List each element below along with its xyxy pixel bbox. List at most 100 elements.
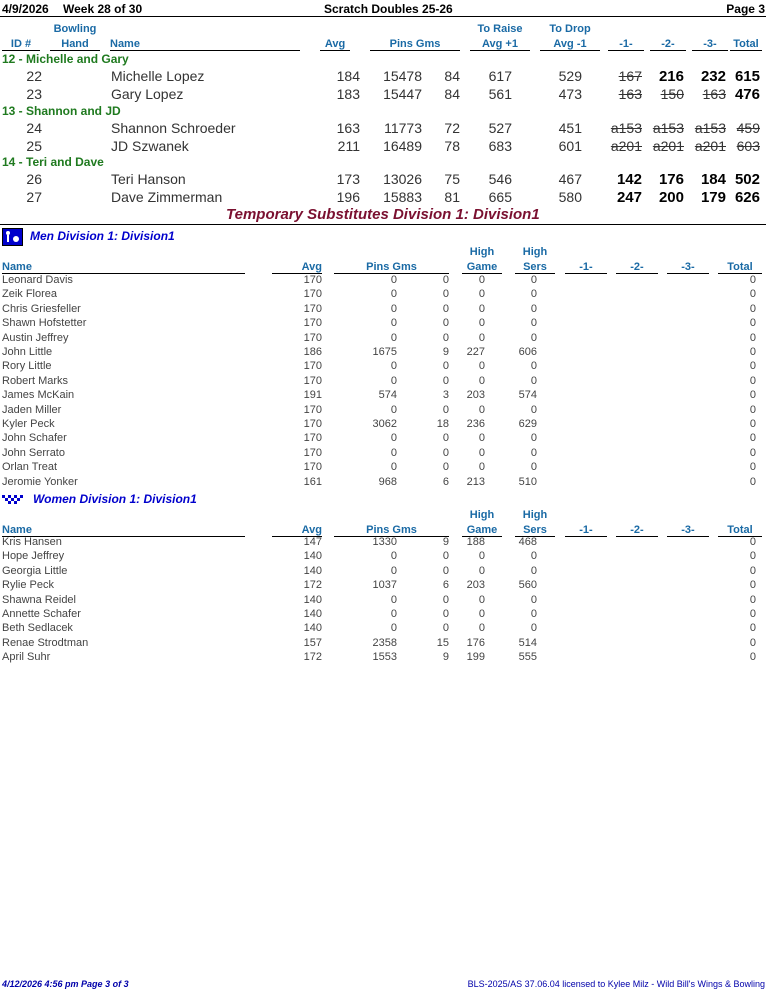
substitute-pins: 0: [390, 593, 397, 606]
substitute-pins: 0: [390, 608, 397, 620]
bowler-game2: 200: [658, 189, 684, 206]
col-game3: -3-: [692, 38, 728, 51]
substitute-games: 6: [442, 579, 449, 592]
bowler-game1: a201: [610, 138, 642, 154]
substitute-high-game: 0: [478, 317, 485, 330]
substitute-avg: 170: [303, 418, 322, 430]
team-label: 12 - Michelle and Gary: [2, 52, 129, 66]
substitute-row: John Little 186 1675 9 227 606 0: [0, 346, 768, 360]
bowler-game1: a153: [610, 120, 642, 136]
bowler-game2: a153: [652, 120, 684, 136]
substitute-high-game: 0: [478, 331, 485, 344]
substitute-name: Hope Jeffrey: [2, 550, 65, 563]
col-total: Total: [730, 38, 762, 51]
col-to-drop: To Drop: [549, 23, 591, 35]
substitute-pins: 0: [390, 432, 397, 445]
bowler-row: 26 Teri Hanson 173 13026 75 546 467 142 176 184 50…: [0, 171, 768, 189]
bowler-pins: 11773: [384, 120, 422, 136]
sub-col-game: Game: [462, 261, 502, 274]
substitute-name: Zeik Florea: [2, 288, 58, 301]
bowler-avg: 184: [336, 68, 360, 84]
bowler-game3: 184: [700, 171, 726, 188]
substitute-high-series: 606: [518, 346, 537, 358]
substitute-games: 0: [442, 461, 449, 474]
substitute-row: Annette Schafer 140 0 0 0 0 0: [0, 608, 768, 622]
substitute-pins: 0: [390, 550, 397, 563]
bowler-to-drop: 451: [558, 120, 582, 136]
substitute-high-game: 0: [478, 432, 485, 445]
substitutes-title: Temporary Substitutes Division 1: Divisi…: [226, 206, 540, 223]
sub-col-game1: -1-: [565, 261, 607, 274]
substitute-pins: 0: [390, 274, 397, 286]
substitute-row: Kyler Peck 170 3062 18 236 629 0: [0, 418, 768, 432]
bowler-games: 84: [444, 86, 460, 102]
bowler-avg: 183: [336, 86, 360, 102]
substitute-games: 0: [442, 608, 449, 620]
substitute-name: Shawna Reidel: [2, 593, 76, 606]
substitute-games: 0: [442, 622, 449, 635]
substitute-games: 0: [442, 593, 449, 606]
bowler-to-raise: 561: [488, 86, 512, 102]
substitute-games: 0: [442, 360, 449, 373]
bowler-game1: 167: [618, 68, 642, 84]
substitute-high-game: 0: [478, 461, 485, 474]
sub-col-pins-gms: Pins Gms: [334, 261, 449, 274]
substitute-pins: 0: [390, 331, 397, 344]
footer-timestamp: 4/12/2026 4:56 pm Page 3 of 3: [2, 979, 129, 989]
bowler-total: 476: [734, 86, 760, 103]
substitute-name: Orlan Treat: [2, 461, 58, 474]
substitute-games: 0: [442, 331, 449, 344]
sub-col-sers: Sers: [515, 261, 555, 274]
substitute-total: 0: [749, 374, 756, 387]
substitute-high-series: 514: [518, 636, 537, 649]
substitute-pins: 574: [378, 389, 397, 402]
substitute-avg: 170: [303, 403, 322, 416]
substitute-total: 0: [749, 564, 756, 577]
substitute-high-series: 0: [530, 432, 537, 445]
substitute-high-game: 227: [466, 346, 485, 358]
bowler-games: 72: [444, 120, 460, 136]
sub-col-name: Name: [2, 261, 245, 274]
bowler-pins: 16489: [383, 138, 422, 154]
substitute-high-series: 0: [530, 593, 537, 606]
substitute-high-game: 188: [466, 536, 485, 548]
bowler-to-drop: 601: [558, 138, 582, 154]
substitute-avg: 140: [303, 608, 322, 620]
substitute-pins: 0: [390, 446, 397, 459]
bowler-to-raise: 665: [488, 189, 512, 205]
substitute-games: 3: [442, 389, 449, 402]
substitute-avg: 170: [303, 446, 322, 459]
week-label: Week 28 of 30: [63, 2, 143, 16]
substitute-row: Austin Jeffrey 170 0 0 0 0 0: [0, 332, 768, 346]
substitute-name: Kris Hansen: [2, 536, 62, 548]
bowler-game1: 163: [618, 86, 642, 102]
col-id: ID #: [2, 38, 40, 51]
substitute-pins: 0: [390, 288, 397, 301]
substitute-pins: 0: [390, 302, 397, 315]
header-rule: [0, 16, 766, 17]
bowler-game3: a201: [694, 138, 726, 154]
substitute-high-game: 0: [478, 360, 485, 373]
substitute-high-game: 213: [466, 475, 485, 488]
bowler-name: Michelle Lopez: [111, 68, 205, 84]
bowler-id: 25: [26, 138, 42, 154]
substitute-games: 0: [442, 317, 449, 330]
substitute-total: 0: [749, 579, 756, 592]
substitute-high-series: 0: [530, 403, 537, 416]
substitute-row: Shawn Hofstetter 170 0 0 0 0 0: [0, 317, 768, 331]
col-game1: -1-: [608, 38, 644, 51]
substitute-row: Georgia Little 140 0 0 0 0 0: [0, 565, 768, 579]
substitute-row: Chris Griesfeller 170 0 0 0 0 0: [0, 303, 768, 317]
bowler-game1: 247: [616, 189, 642, 206]
substitute-total: 0: [749, 302, 756, 315]
col-avg: Avg: [320, 38, 350, 51]
substitute-high-series: 629: [518, 418, 537, 430]
substitute-row: Kris Hansen 147 1330 9 188 468 0: [0, 536, 768, 550]
men-section-title: Men Division 1: Division1: [30, 229, 175, 243]
substitute-high-series: 0: [530, 461, 537, 474]
substitute-row: April Suhr 172 1553 9 199 555 0: [0, 651, 768, 665]
substitute-games: 0: [442, 564, 449, 577]
col-bowling: Bowling: [53, 23, 97, 35]
substitute-high-game: 0: [478, 288, 485, 301]
substitute-high-series: 0: [530, 302, 537, 315]
